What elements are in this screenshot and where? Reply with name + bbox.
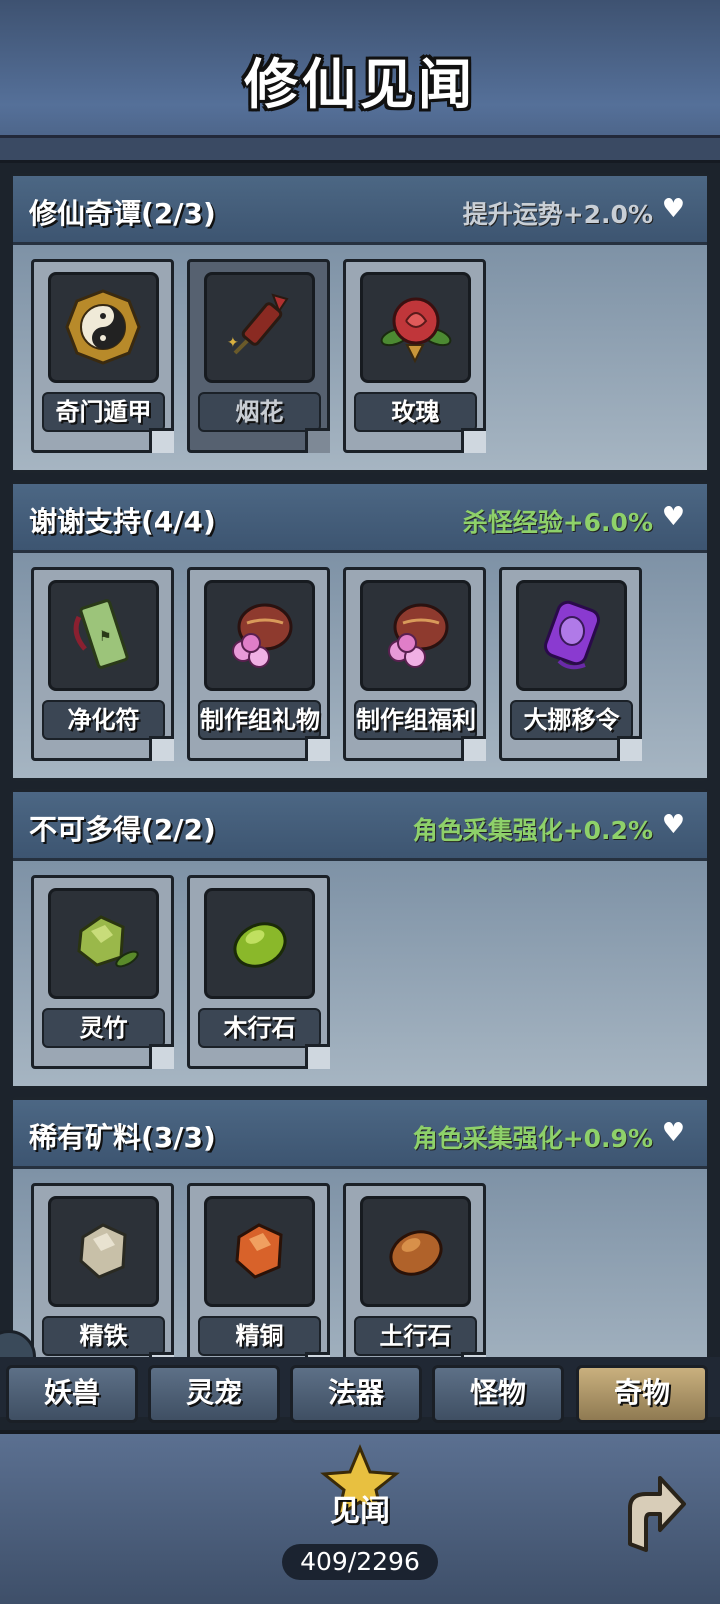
section-title: 谢谢支持(4/4) <box>29 505 216 538</box>
item-frame <box>360 1196 471 1307</box>
item-card[interactable]: ⚑ 净化符 <box>31 567 174 761</box>
firework-rocket-icon: ✦ <box>227 293 289 355</box>
section-xiexie-zhichi: 谢谢支持(4/4) 杀怪经验+6.0% ♥ ⚑ 净化符 制作组礼物 制作组福利 … <box>10 481 710 781</box>
item-label: 制作组福利 <box>354 700 477 740</box>
item-frame <box>360 272 471 383</box>
svg-text:✦: ✦ <box>227 335 239 351</box>
item-label: 木行石 <box>198 1008 321 1048</box>
item-label: 制作组礼物 <box>198 700 321 740</box>
section-bonus: 提升运势+2.0% <box>462 200 653 229</box>
item-frame <box>360 580 471 691</box>
item-label: 精铜 <box>198 1316 321 1356</box>
item-frame: ⚑ <box>48 580 159 691</box>
item-card[interactable]: 制作组礼物 <box>187 567 330 761</box>
item-label: 烟花 <box>198 392 321 432</box>
page-title: 修仙见闻 <box>244 53 476 116</box>
item-label: 土行石 <box>354 1316 477 1356</box>
section-bonus: 杀怪经验+6.0% <box>462 508 653 537</box>
collection-scroll-area[interactable]: 修仙奇谭(2/3) 提升运势+2.0% ♥ 奇门遁甲 ✦ 烟花 玫瑰 谢谢支持(… <box>0 165 720 1357</box>
taiji-medallion-icon <box>65 289 141 365</box>
section-header: 不可多得(2/2) 角色采集强化+0.2% ♥ <box>13 792 707 861</box>
item-card[interactable]: 大挪移令 <box>499 567 642 761</box>
tab-guaiwu[interactable]: 怪物 <box>432 1365 564 1423</box>
tab-qiwu[interactable]: 奇物 <box>576 1365 708 1423</box>
rose-icon <box>380 297 452 364</box>
copper-ore-icon <box>235 1223 283 1279</box>
item-card[interactable]: 精铁 <box>31 1183 174 1357</box>
section-xiyou-kuangliao: 稀有矿料(3/3) 角色采集强化+0.9% ♥ 精铁 精铜 土行石 <box>10 1097 710 1357</box>
gift-pouch-icon <box>388 603 449 668</box>
item-label: 精铁 <box>42 1316 165 1356</box>
section-header: 稀有矿料(3/3) 角色采集强化+0.9% ♥ <box>13 1100 707 1169</box>
item-frame <box>516 580 627 691</box>
item-frame <box>204 1196 315 1307</box>
heart-icon[interactable]: ♥ <box>662 810 685 840</box>
collection-progress: 409/2296 <box>282 1544 438 1580</box>
section-bonus: 角色采集强化+0.9% <box>412 1124 653 1153</box>
item-frame <box>204 580 315 691</box>
item-label: 玫瑰 <box>354 392 477 432</box>
item-frame <box>48 888 159 999</box>
item-frame <box>204 888 315 999</box>
tab-faqi[interactable]: 法器 <box>290 1365 422 1423</box>
gift-pouch-icon <box>232 603 293 668</box>
section-body: 灵竹 木行石 <box>13 861 707 1086</box>
item-card-locked[interactable]: ✦ 烟花 <box>187 259 330 453</box>
item-card[interactable]: 土行石 <box>343 1183 486 1357</box>
item-label: 净化符 <box>42 700 165 740</box>
footer-bar: 见闻 409/2296 <box>0 1430 720 1604</box>
item-frame <box>48 272 159 383</box>
tab-yaoshou[interactable]: 妖兽 <box>6 1365 138 1423</box>
section-title: 不可多得(2/2) <box>29 813 216 846</box>
section-xiuxian-qitan: 修仙奇谭(2/3) 提升运势+2.0% ♥ 奇门遁甲 ✦ 烟花 玫瑰 <box>10 173 710 473</box>
brown-stone-icon <box>389 1230 443 1276</box>
item-label: 奇门遁甲 <box>42 392 165 432</box>
back-arrow-icon[interactable] <box>600 1464 690 1564</box>
section-header: 修仙奇谭(2/3) 提升运势+2.0% ♥ <box>13 176 707 245</box>
heart-icon[interactable]: ♥ <box>662 194 685 224</box>
green-stone-icon <box>233 922 287 968</box>
section-body: 精铁 精铜 土行石 <box>13 1169 707 1357</box>
item-card[interactable]: 灵竹 <box>31 875 174 1069</box>
item-card[interactable]: 精铜 <box>187 1183 330 1357</box>
talisman-scroll-icon: ⚑ <box>73 599 129 669</box>
category-tab-bar: 妖兽 灵宠 法器 怪物 奇物 <box>0 1357 720 1423</box>
item-card[interactable]: 木行石 <box>187 875 330 1069</box>
section-title: 修仙奇谭(2/3) <box>29 197 216 230</box>
item-frame <box>48 1196 159 1307</box>
tab-lingchong[interactable]: 灵宠 <box>148 1365 280 1423</box>
header-edge <box>0 135 720 163</box>
item-label: 大挪移令 <box>510 700 633 740</box>
section-body: ⚑ 净化符 制作组礼物 制作组福利 大挪移令 <box>13 553 707 778</box>
heart-icon[interactable]: ♥ <box>662 1118 685 1148</box>
item-card[interactable]: 奇门遁甲 <box>31 259 174 453</box>
svg-text:⚑: ⚑ <box>99 629 112 645</box>
item-frame: ✦ <box>204 272 315 383</box>
section-header: 谢谢支持(4/4) 杀怪经验+6.0% ♥ <box>13 484 707 553</box>
section-title: 稀有矿料(3/3) <box>29 1121 216 1154</box>
item-label: 灵竹 <box>42 1008 165 1048</box>
section-buke-duode: 不可多得(2/2) 角色采集强化+0.2% ♥ 灵竹 木行石 <box>10 789 710 1089</box>
section-bonus: 角色采集强化+0.2% <box>412 816 653 845</box>
item-card[interactable]: 制作组福利 <box>343 567 486 761</box>
section-body: 奇门遁甲 ✦ 烟花 玫瑰 <box>13 245 707 470</box>
grey-ore-icon <box>79 1223 127 1279</box>
heart-icon[interactable]: ♥ <box>662 502 685 532</box>
item-card[interactable]: 玫瑰 <box>343 259 486 453</box>
purple-token-icon <box>544 600 600 670</box>
green-ore-leaf-icon <box>77 915 139 968</box>
jianwen-label: 见闻 <box>330 1494 390 1529</box>
